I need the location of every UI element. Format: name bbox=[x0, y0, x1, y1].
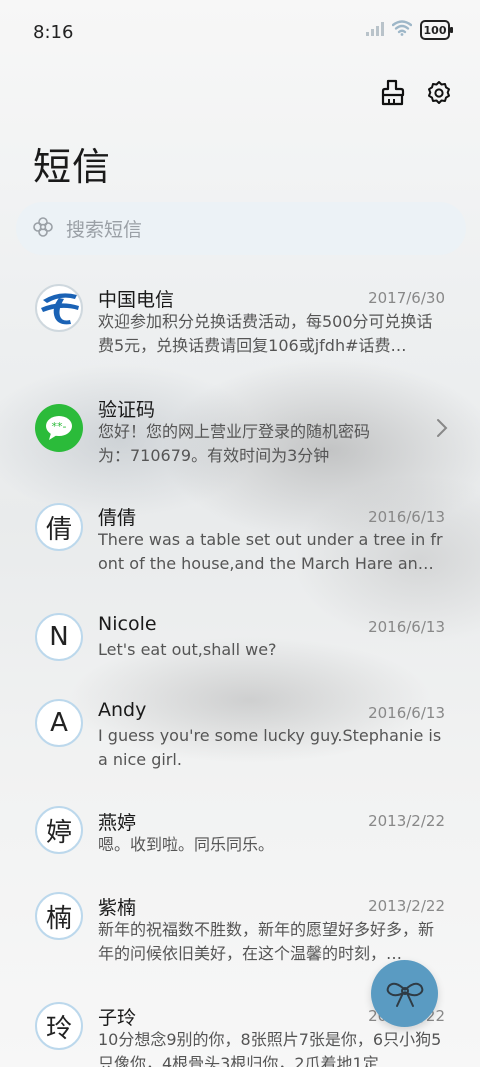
clean-brush-icon[interactable] bbox=[378, 78, 408, 108]
contact-name: Andy bbox=[98, 699, 147, 721]
bow-icon bbox=[386, 982, 423, 1007]
status-time: 8:16 bbox=[33, 22, 74, 43]
message-date: 2016/6/13 bbox=[368, 508, 445, 526]
contact-name: 倩倩 bbox=[98, 507, 137, 529]
conversation-item[interactable]: 中国电信 2017/6/30 欢迎参加积分兑换话费活动，每500分可兑换话费5元… bbox=[0, 280, 480, 376]
contact-name: 子玲 bbox=[98, 1007, 137, 1029]
status-icons: 100 bbox=[366, 20, 453, 40]
battery-icon: 100 bbox=[420, 20, 453, 40]
contact-avatar: 倩 bbox=[35, 503, 83, 551]
message-preview: I guess you're some lucky guy.Stephanie … bbox=[98, 726, 442, 769]
conversation-item[interactable]: A Andy 2016/6/13 I guess you're some luc… bbox=[0, 696, 480, 792]
search-flower-icon bbox=[32, 216, 54, 242]
contact-name: 中国电信 bbox=[98, 289, 175, 311]
compose-fab-button[interactable] bbox=[371, 960, 438, 1027]
message-preview: 嗯。收到啦。同乐同乐。 bbox=[98, 835, 275, 854]
contact-name: Nicole bbox=[98, 613, 157, 635]
contact-avatar: 婷 bbox=[35, 806, 83, 854]
conversation-item[interactable]: 倩 倩倩 2016/6/13 There was a table set out… bbox=[0, 500, 480, 596]
page-title: 短信 bbox=[33, 145, 112, 189]
message-date: 2013/2/22 bbox=[368, 897, 445, 915]
conversation-item[interactable]: N Nicole 2016/6/13 Let's eat out,shall w… bbox=[0, 610, 480, 680]
contact-avatar: 楠 bbox=[35, 892, 83, 940]
message-preview: 10分想念9别的你，8张照片7张是你，6只小狗5只像你，4根骨头3根归你，2爪着… bbox=[98, 1030, 442, 1067]
conversation-item[interactable]: 婷 燕婷 2013/2/22 嗯。收到啦。同乐同乐。 bbox=[0, 806, 480, 876]
message-date: 2013/2/22 bbox=[368, 812, 445, 830]
search-placeholder: 搜索短信 bbox=[66, 219, 143, 241]
svg-text:**-: **- bbox=[52, 420, 67, 433]
message-preview: 新年的祝福数不胜数，新年的愿望好多好多，新年的问候依旧美好，在这个温馨的时刻，… bbox=[98, 920, 435, 963]
message-date: 2016/6/13 bbox=[368, 704, 445, 722]
search-bar[interactable]: 搜索短信 bbox=[16, 202, 466, 255]
contact-name: 燕婷 bbox=[98, 812, 137, 834]
contact-avatar: 玲 bbox=[35, 1002, 83, 1050]
chevron-right-icon[interactable] bbox=[436, 418, 448, 442]
message-preview: There was a table set out under a tree i… bbox=[98, 530, 443, 573]
settings-gear-icon[interactable] bbox=[424, 78, 454, 108]
message-logo-avatar: **- bbox=[35, 404, 83, 452]
message-preview: 您好！您的网上营业厅登录的随机密码为：710679。有效时间为3分钟 bbox=[98, 422, 371, 465]
chat-bubble-icon: **- bbox=[46, 416, 72, 440]
contact-avatar: A bbox=[35, 699, 83, 747]
contact-name: 紫楠 bbox=[98, 897, 137, 919]
message-date: 2017/6/30 bbox=[368, 289, 445, 307]
contact-name: 验证码 bbox=[98, 399, 156, 421]
wifi-icon bbox=[391, 20, 413, 40]
contact-avatar: N bbox=[35, 613, 83, 661]
telecom-logo-avatar bbox=[35, 284, 83, 332]
message-date: 2016/6/13 bbox=[368, 618, 445, 636]
message-preview: 欢迎参加积分兑换话费活动，每500分可兑换话费5元，兑换话费请回复106或jfd… bbox=[98, 312, 433, 355]
message-preview: Let's eat out,shall we? bbox=[98, 640, 277, 659]
telecom-logo-icon bbox=[41, 293, 79, 325]
signal-icon bbox=[366, 21, 384, 40]
conversation-item[interactable]: **- 验证码 您好！您的网上营业厅登录的随机密码为：710679。有效时间为3… bbox=[0, 390, 480, 486]
